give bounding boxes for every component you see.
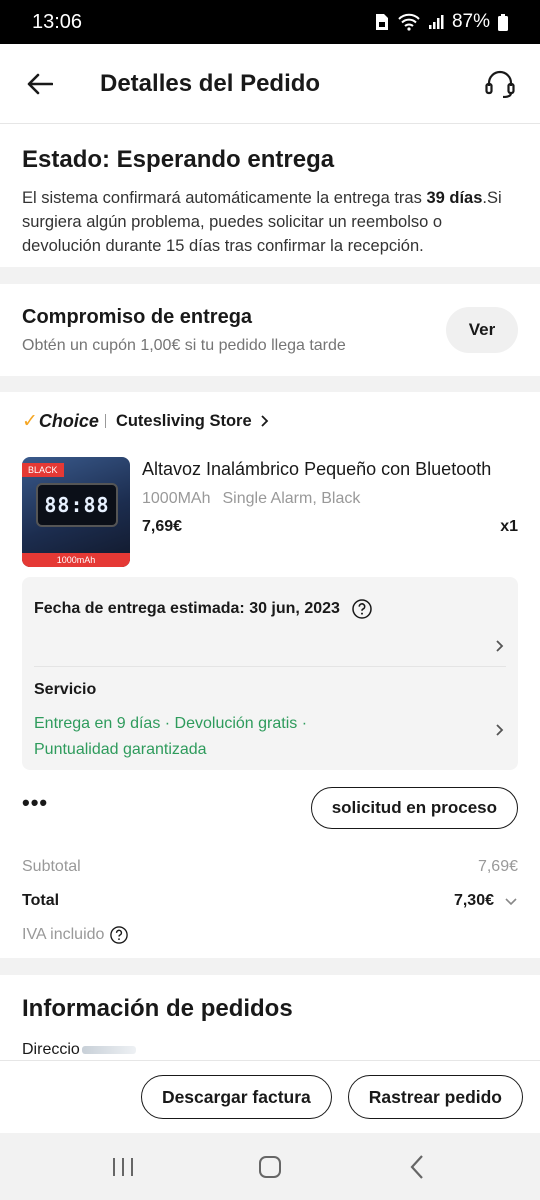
app-header: Detalles del Pedido (0, 44, 540, 124)
service-details-line2: Puntualidad garantizada (34, 741, 207, 758)
chevron-right-icon (261, 415, 268, 427)
image-badge: BLACK (22, 463, 64, 477)
request-in-process-button[interactable]: solicitud en proceso (310, 787, 518, 829)
download-invoice-button[interactable]: Descargar factura (140, 1075, 332, 1119)
status-time: 13:06 (32, 10, 83, 33)
support-button[interactable] (460, 44, 540, 124)
system-navigation-bar (0, 1133, 540, 1200)
total-value-group[interactable]: 7,30€ (454, 892, 518, 910)
order-status-description: El sistema confirmará automáticamente la… (22, 186, 518, 258)
estimated-delivery-label: Fecha de entrega estimada: 30 jun, 2023 (34, 600, 340, 617)
help-circle-icon[interactable] (110, 926, 129, 944)
order-info-title: Información de pedidos (22, 995, 293, 1022)
product-info: Altavoz Inalámbrico Pequeño con Bluetoot… (142, 457, 518, 567)
order-status-title: Estado: Esperando entrega (22, 146, 335, 173)
vat-row: IVA incluido (22, 918, 518, 952)
page-title: Detalles del Pedido (100, 69, 321, 97)
image-clock-display: 88:88 (36, 483, 118, 527)
home-button[interactable] (240, 1137, 300, 1197)
status-icons: 87% (374, 11, 508, 33)
subtotal-row: Subtotal 7,69€ (22, 850, 518, 884)
choice-logo: ✓ Choice (22, 410, 99, 433)
status-bar: 13:06 87% (0, 0, 540, 44)
delivery-commitment-card: Compromiso de entrega Obtén un cupón 1,0… (0, 284, 540, 376)
commitment-title: Compromiso de entrega (22, 305, 253, 328)
help-circle-icon[interactable] (352, 599, 372, 619)
recent-apps-icon (113, 1157, 134, 1176)
total-row[interactable]: Total 7,30€ (22, 884, 518, 918)
arrow-left-icon (27, 73, 53, 94)
subtotal-value: 7,69€ (477, 858, 518, 875)
product-image[interactable]: BLACK 88:88 1000mAh (22, 457, 130, 567)
variant-options: Single Alarm, Black (222, 490, 361, 507)
order-actions-row: ••• solicitud en proceso (22, 786, 518, 830)
divider (104, 414, 106, 428)
delivery-info-box: Fecha de entrega estimada: 30 jun, 2023 … (22, 577, 518, 770)
product-price: 7,69€ (142, 518, 183, 535)
back-button[interactable] (0, 44, 80, 124)
total-value: 7,30€ (453, 892, 494, 909)
store-name[interactable]: Cutesliving Store (116, 412, 252, 431)
order-item-card: ✓ Choice Cutesliving Store BLACK 88:88 10… (0, 392, 540, 958)
product-quantity: x1 (500, 518, 518, 535)
chevron-right-icon (496, 724, 504, 736)
battery-percent: 87% (451, 11, 490, 32)
address-row: Direccio (22, 1041, 518, 1059)
chevron-down-icon (505, 897, 517, 905)
image-footer-label: 1000mAh (22, 553, 130, 567)
more-options-button[interactable]: ••• (22, 792, 48, 818)
order-status-card: Estado: Esperando entrega El sistema con… (0, 124, 540, 267)
service-details-line1: Entrega en 9 días · Devolución gratis · (34, 715, 308, 732)
product-row[interactable]: BLACK 88:88 1000mAh Altavoz Inalámbrico … (22, 457, 518, 567)
home-icon (258, 1155, 281, 1178)
service-title: Servicio (34, 681, 97, 698)
total-label: Total (22, 892, 60, 909)
address-label: Direccio (22, 1041, 80, 1058)
bottom-action-bar: Descargar factura Rastrear pedido (0, 1060, 540, 1133)
service-row[interactable]: Servicio Entrega en 9 días · Devolución … (34, 667, 506, 770)
price-row: 7,69€ x1 (142, 518, 518, 536)
recent-apps-button[interactable] (93, 1137, 153, 1197)
choice-label: Choice (38, 410, 99, 431)
commitment-subtitle: Obtén un cupón 1,00€ si tu pedido llega … (22, 336, 346, 354)
order-content[interactable]: Estado: Esperando entrega El sistema con… (0, 124, 540, 1060)
chevron-right-icon (496, 640, 504, 652)
estimated-delivery-row[interactable]: Fecha de entrega estimada: 30 jun, 2023 (34, 577, 506, 667)
headset-icon (485, 70, 515, 98)
wifi-icon (398, 13, 420, 31)
order-details-screen: 13:06 87% Detalles del Pedido Estado: Es… (0, 0, 540, 1200)
product-title[interactable]: Altavoz Inalámbrico Pequeño con Bluetoot… (142, 459, 516, 480)
status-desc-days: 39 días (426, 189, 483, 207)
estimated-delivery: Fecha de entrega estimada: 30 jun, 2023 (34, 599, 506, 619)
store-row[interactable]: ✓ Choice Cutesliving Store (22, 408, 518, 434)
sim-icon (374, 13, 390, 31)
signal-icon (428, 14, 444, 30)
status-desc-text: El sistema confirmará automáticamente la… (22, 189, 427, 207)
price-summary: Subtotal 7,69€ Total 7,30€ IVA incluido (22, 850, 518, 952)
view-commitment-button[interactable]: Ver (446, 307, 518, 353)
vat-label: IVA incluido (22, 926, 105, 943)
product-variant: 1000MAh Single Alarm, Black (142, 490, 518, 508)
system-back-button[interactable] (387, 1137, 447, 1197)
redacted-address (81, 1046, 136, 1054)
variant-capacity: 1000MAh (142, 490, 211, 507)
order-info-card: Información de pedidos Direccio (0, 975, 540, 1060)
commitment-text: Compromiso de entrega Obtén un cupón 1,0… (22, 306, 346, 355)
track-order-button[interactable]: Rastrear pedido (347, 1075, 523, 1119)
check-mark-icon: ✓ (22, 410, 38, 432)
battery-icon (498, 13, 508, 31)
subtotal-label: Subtotal (22, 858, 81, 875)
chevron-left-icon (410, 1154, 423, 1179)
